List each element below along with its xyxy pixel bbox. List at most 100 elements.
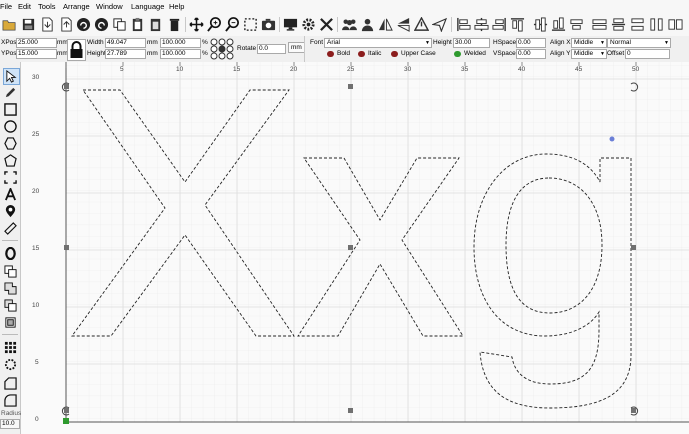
menu-edit[interactable]: Edit (18, 2, 31, 11)
italic-label: Italic (368, 50, 382, 57)
vspace-input[interactable]: 0.00 (516, 49, 546, 59)
polygon-tool[interactable] (3, 136, 18, 151)
subtract-tool[interactable] (3, 298, 18, 313)
menu-arrange[interactable]: Arrange (63, 2, 90, 11)
move-icon[interactable] (187, 15, 205, 33)
offset-shapes-tool[interactable] (3, 246, 18, 261)
group-users-icon[interactable] (340, 15, 358, 33)
corner-tool[interactable] (3, 376, 18, 391)
width-percent-input[interactable]: 100.000 (160, 38, 201, 48)
ypos-input[interactable]: 15.000 (16, 49, 57, 59)
rotate-input[interactable]: 0.0 (257, 44, 286, 54)
text-style-value: Normal (610, 39, 631, 46)
zoom-out-icon[interactable] (223, 15, 241, 33)
weld-tool[interactable] (3, 264, 18, 279)
tools-icon[interactable] (317, 15, 335, 33)
rotate-unit-button[interactable]: mm (288, 42, 305, 53)
align-top-icon[interactable] (508, 15, 526, 33)
italic-toggle[interactable] (358, 51, 365, 57)
text-style-select[interactable]: Normal ▼ (607, 38, 671, 48)
align-left-icon[interactable] (454, 15, 472, 33)
lock-ratio-button[interactable] (67, 39, 86, 61)
grid-array-tool[interactable] (3, 340, 18, 355)
monitor-icon[interactable] (281, 15, 299, 33)
offset-input[interactable]: 0 (625, 49, 670, 59)
hspace-input[interactable]: 0.00 (516, 38, 546, 48)
align-middle-v-icon[interactable] (531, 15, 549, 33)
align-center-icon[interactable] (567, 15, 585, 33)
ruler-top-45: 45 (575, 66, 583, 73)
xpos-input[interactable]: 25.000 (16, 38, 57, 48)
height-unit: mm (147, 50, 158, 57)
intersect-tool[interactable] (3, 315, 18, 330)
font-select[interactable]: Arial ▼ (324, 38, 432, 48)
ruler-top-25: 25 (347, 66, 355, 73)
menu-tools[interactable]: Tools (38, 2, 56, 11)
redo-icon[interactable] (92, 15, 110, 33)
flip-vertical-icon[interactable] (394, 15, 412, 33)
save-icon[interactable] (19, 15, 37, 33)
settings-icon[interactable] (299, 15, 317, 33)
anchor-dot[interactable] (609, 136, 615, 142)
anchor-point-selector[interactable] (210, 38, 234, 60)
text-tool[interactable] (3, 187, 18, 202)
select-tool[interactable] (3, 68, 20, 85)
shape-tool[interactable] (3, 153, 18, 168)
menu-window[interactable]: Window (96, 2, 123, 11)
vspace-label: VSpace (493, 50, 516, 57)
height-percent-input[interactable]: 100.000 (160, 49, 201, 59)
position-marker-tool[interactable] (3, 204, 18, 219)
position-laser-tool[interactable] (3, 170, 18, 185)
ruler-left-5: 5 (35, 359, 39, 366)
open-file-icon[interactable] (0, 15, 18, 33)
distribute-horizontal-icon[interactable] (590, 15, 608, 33)
bold-toggle[interactable] (327, 51, 334, 57)
ellipse-tool[interactable] (3, 119, 18, 134)
undo-icon[interactable] (74, 15, 92, 33)
distribute-vertical-icon[interactable] (609, 15, 627, 33)
copy-icon[interactable] (110, 15, 128, 33)
same-width-icon[interactable] (628, 15, 646, 33)
welded-toggle[interactable] (454, 51, 461, 57)
paste-in-place-icon[interactable] (146, 15, 164, 33)
radius-input[interactable]: 10.0 (0, 419, 20, 429)
same-height-icon[interactable] (647, 15, 665, 33)
width-input[interactable]: 49.047 (105, 38, 146, 48)
union-tool[interactable] (3, 281, 18, 296)
zoom-frame-icon[interactable] (241, 15, 259, 33)
rectangle-tool[interactable] (3, 102, 18, 117)
measure-tool[interactable] (3, 221, 18, 236)
round-corner-tool[interactable] (3, 393, 18, 408)
align-right-icon[interactable] (490, 15, 508, 33)
height-input[interactable]: 27.789 (105, 49, 146, 59)
menu-help[interactable]: Help (169, 2, 184, 11)
camera-icon[interactable] (259, 15, 277, 33)
upper-case-toggle[interactable] (391, 51, 398, 57)
chevron-down-icon: ▼ (425, 40, 430, 46)
circular-dots-icon (4, 358, 17, 371)
export-icon[interactable] (57, 15, 75, 33)
align-y-select[interactable]: Middle ▼ (571, 49, 607, 59)
ungroup-user-icon[interactable] (358, 15, 376, 33)
import-icon[interactable] (38, 15, 56, 33)
align-x-select[interactable]: Middle ▼ (571, 38, 607, 48)
same-size-icon[interactable] (666, 15, 684, 33)
corner-shape-icon (4, 377, 17, 390)
trash-icon[interactable] (165, 15, 183, 33)
text-height-input[interactable]: 30.00 (453, 38, 490, 48)
warning-icon[interactable] (412, 15, 430, 33)
workspace-canvas[interactable]: 5 10 15 20 25 30 35 40 45 50 30 25 20 15… (21, 62, 689, 434)
align-bottom-icon[interactable] (549, 15, 567, 33)
pencil-icon (5, 87, 16, 98)
offset-ring-icon (5, 247, 16, 260)
paste-icon[interactable] (128, 15, 146, 33)
edit-nodes-tool[interactable] (3, 85, 18, 100)
menu-language[interactable]: Language (131, 2, 164, 11)
ruler-left-30: 30 (32, 74, 40, 81)
flip-horizontal-icon[interactable] (376, 15, 394, 33)
zoom-in-icon[interactable] (205, 15, 223, 33)
menu-file[interactable]: File (0, 2, 12, 11)
send-icon[interactable] (430, 15, 448, 33)
circular-array-tool[interactable] (3, 357, 18, 372)
align-center-h-icon[interactable] (472, 15, 490, 33)
